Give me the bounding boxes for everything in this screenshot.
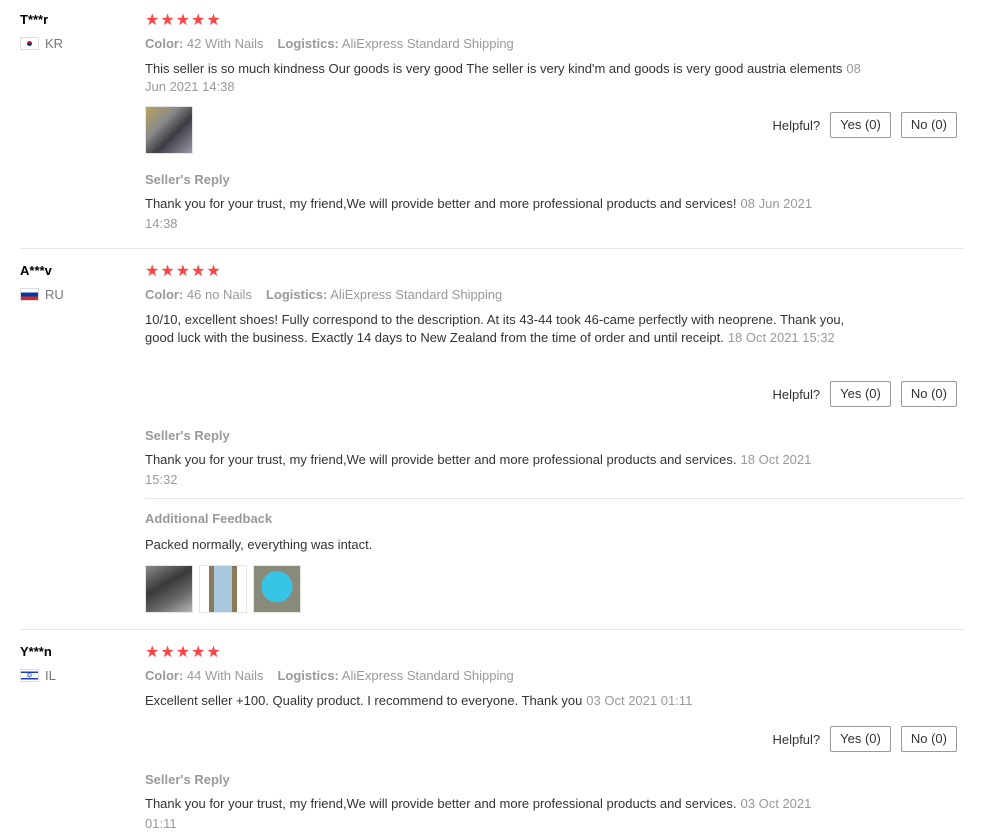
logistics-value: AliExpress Standard Shipping — [341, 668, 514, 683]
korea-flag-icon — [20, 37, 39, 50]
logistics-value: AliExpress Standard Shipping — [341, 36, 514, 51]
country-code: RU — [45, 287, 64, 302]
review-date: 03 Oct 2021 01:11 — [586, 693, 693, 708]
helpful-yes-button[interactable]: Yes (0) — [830, 112, 891, 138]
country-code: IL — [45, 668, 56, 683]
review-photo-thumbnail[interactable] — [145, 565, 193, 613]
helpful-no-button[interactable]: No (0) — [900, 726, 957, 752]
helpful-controls: Helpful? Yes (0) No (0) — [772, 726, 957, 752]
star-rating: ★★★★★ — [145, 644, 222, 661]
helpful-no-button[interactable]: No (0) — [900, 381, 957, 407]
review-meta: Color: 42 With Nails Logistics: AliExpres… — [145, 36, 514, 51]
additional-feedback-title: Additional Feedback — [145, 511, 273, 526]
helpful-no-button[interactable]: No (0) — [900, 112, 957, 138]
review-photo-thumbnail[interactable] — [253, 565, 301, 613]
review-divider — [20, 248, 965, 249]
helpful-yes-button[interactable]: Yes (0) — [830, 381, 891, 407]
star-rating: ★★★★★ — [145, 12, 222, 29]
review-photo-thumbnail[interactable] — [199, 565, 247, 613]
review-text: This seller is so much kindness Our good… — [145, 61, 861, 94]
country-code: KR — [45, 36, 64, 51]
helpful-yes-button[interactable]: Yes (0) — [830, 726, 891, 752]
additional-feedback: Additional Feedback Packed normally, eve… — [145, 511, 825, 613]
review-text: Excellent seller +100. Quality product. … — [145, 693, 693, 708]
reviewer-info: A***v RU — [20, 263, 130, 302]
color-value: 46 no Nails — [186, 287, 252, 302]
seller-reply-title: Seller's Reply — [145, 428, 230, 443]
review-date: 18 Oct 2021 15:32 — [727, 330, 835, 345]
seller-reply-text: Thank you for your trust, my friend,We w… — [145, 796, 812, 831]
review-photo-thumbnail[interactable] — [145, 106, 193, 154]
seller-reply-text: Thank you for your trust, my friend,We w… — [145, 452, 812, 487]
reviewer-name: T***r — [20, 12, 49, 27]
feedback-divider — [145, 498, 965, 499]
seller-reply-text: Thank you for your trust, my friend,We w… — [145, 196, 813, 231]
russia-flag-icon — [20, 288, 39, 301]
reviewer-name: Y***n — [20, 644, 52, 659]
helpful-label: Helpful? — [772, 386, 821, 402]
helpful-label: Helpful? — [772, 117, 821, 133]
seller-reply-title: Seller's Reply — [145, 172, 230, 187]
reviewer-country: IL — [20, 668, 130, 683]
seller-reply-title: Seller's Reply — [145, 772, 230, 787]
color-value: 42 With Nails — [186, 36, 264, 51]
review-meta: Color: 46 no Nails Logistics: AliExpress … — [145, 287, 503, 302]
review-divider — [20, 629, 965, 630]
helpful-controls: Helpful? Yes (0) No (0) — [772, 381, 957, 407]
reviewer-country: KR — [20, 36, 130, 51]
israel-flag-icon — [20, 669, 39, 682]
logistics-value: AliExpress Standard Shipping — [330, 287, 503, 302]
star-rating: ★★★★★ — [145, 263, 222, 280]
review-meta: Color: 44 With Nails Logistics: AliExpres… — [145, 668, 514, 683]
additional-feedback-text: Packed normally, everything was intact. — [145, 537, 373, 552]
helpful-controls: Helpful? Yes (0) No (0) — [772, 112, 957, 138]
color-value: 44 With Nails — [186, 668, 264, 683]
seller-reply: Seller's Reply Thank you for your trust,… — [145, 172, 825, 234]
seller-reply: Seller's Reply Thank you for your trust,… — [145, 428, 825, 490]
reviewer-name: A***v — [20, 263, 52, 278]
reviewer-country: RU — [20, 287, 130, 302]
seller-reply: Seller's Reply Thank you for your trust,… — [145, 772, 825, 834]
reviewer-info: Y***n IL — [20, 644, 130, 683]
reviewer-info: T***r KR — [20, 12, 130, 51]
review-text: 10/10, excellent shoes! Fully correspond… — [145, 312, 845, 345]
helpful-label: Helpful? — [772, 731, 821, 747]
